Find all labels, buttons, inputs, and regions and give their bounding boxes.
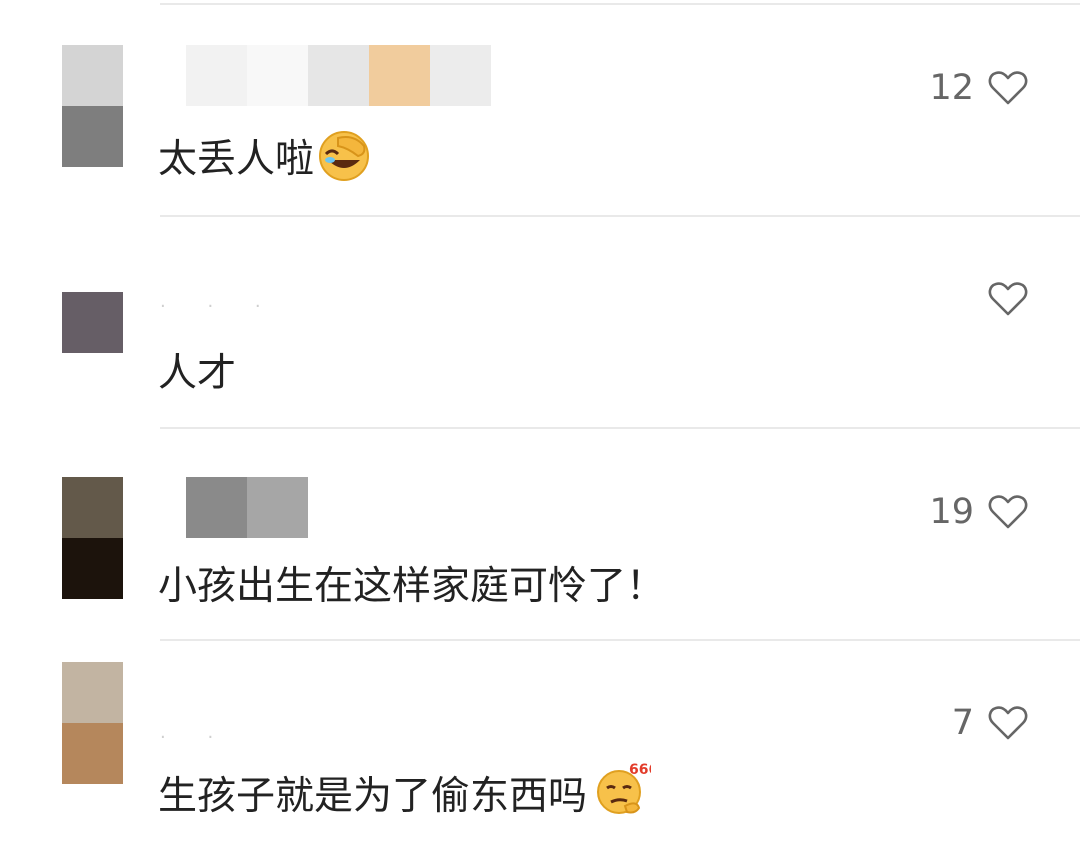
like-button[interactable]: 19 (929, 492, 1028, 532)
like-count: 7 (951, 703, 974, 743)
like-count: 12 (929, 68, 974, 108)
heart-icon[interactable] (988, 281, 1028, 317)
comment-text: 太丢人啦 (158, 128, 370, 184)
username-blurred[interactable] (186, 45, 491, 106)
username-blurred[interactable]: · · · (160, 296, 279, 317)
heart-icon[interactable] (988, 70, 1028, 106)
username-blurred[interactable]: · · (160, 727, 231, 748)
divider (160, 427, 1080, 429)
thinking-666-emoji-icon: 666 (597, 762, 651, 814)
avatar[interactable] (62, 477, 123, 599)
like-count: 19 (929, 492, 974, 532)
avatar[interactable] (62, 292, 123, 353)
comment-list: 太丢人啦 12 · · · 人才 小孩出生在这样家庭可怜了！ 19 · · 生孩… (0, 0, 1080, 846)
avatar[interactable] (62, 662, 123, 784)
heart-icon[interactable] (988, 705, 1028, 741)
like-button[interactable]: 7 (952, 703, 1028, 743)
facepalm-laughing-emoji-icon (319, 131, 370, 181)
comment-text: 小孩出生在这样家庭可怜了！ (158, 555, 665, 611)
divider (160, 215, 1080, 217)
comment-text: 生孩子就是为了偷东西吗 666 (158, 762, 651, 821)
like-button[interactable] (974, 281, 1028, 317)
comment-text-label: 小孩出生在这样家庭可怜了！ (158, 564, 666, 609)
comment-text-label: 太丢人啦 (158, 137, 315, 182)
username-blurred[interactable] (186, 477, 308, 538)
emoji-666-label: 666 (629, 762, 651, 778)
comment-text: 人才 (158, 342, 236, 398)
divider (160, 639, 1080, 641)
heart-icon[interactable] (988, 494, 1028, 530)
comment-text-label: 人才 (158, 351, 237, 396)
avatar[interactable] (62, 45, 123, 167)
comment-text-label: 生孩子就是为了偷东西吗 (158, 774, 588, 819)
like-button[interactable]: 12 (929, 68, 1028, 108)
divider (160, 3, 1080, 5)
